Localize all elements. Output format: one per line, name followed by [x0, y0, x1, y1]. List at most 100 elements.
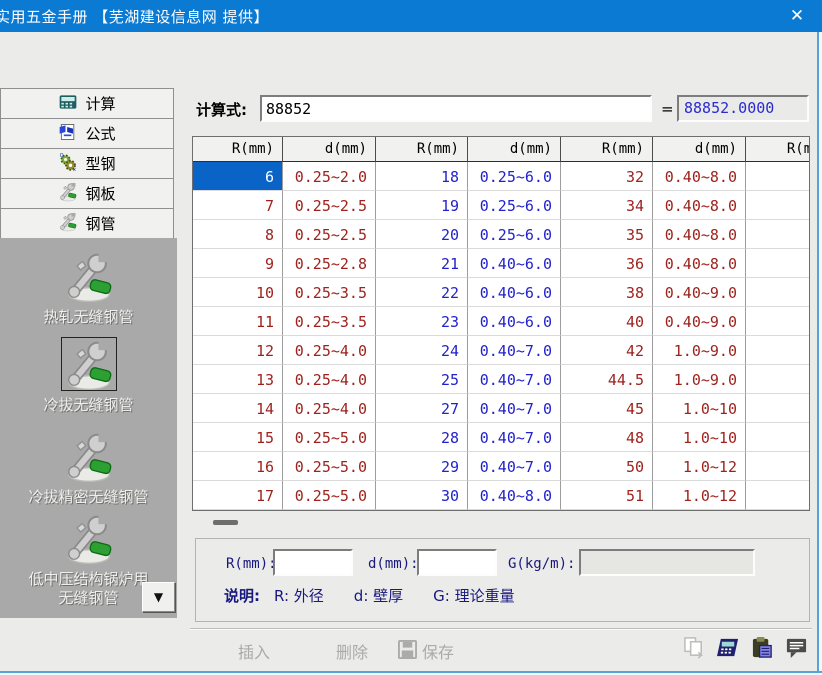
table-cell[interactable] [746, 394, 810, 423]
tool-item-3[interactable]: 冷拔精密无缝钢管 [0, 430, 177, 507]
wrench-icon[interactable] [62, 338, 116, 390]
table-cell[interactable]: 23 [376, 307, 468, 336]
r-field-input[interactable] [273, 549, 353, 576]
table-cell[interactable]: 16 [193, 452, 283, 481]
table-cell[interactable]: 0.25~6.0 [468, 162, 561, 191]
copy-record-icon[interactable] [683, 636, 706, 663]
table-cell[interactable]: 0.40~9.0 [653, 278, 746, 307]
table-cell[interactable]: 0.25~4.0 [283, 336, 376, 365]
sidebar-nav-4[interactable]: 钢板 [0, 178, 174, 209]
table-column-header[interactable]: R(mm) [193, 137, 283, 162]
table-cell[interactable]: 0.40~6.0 [468, 249, 561, 278]
table-cell[interactable]: 8 [193, 220, 283, 249]
table-cell[interactable]: 20 [376, 220, 468, 249]
table-column-header[interactable]: R(mm) [746, 137, 810, 162]
table-cell[interactable]: 29 [376, 452, 468, 481]
table-cell[interactable] [746, 481, 810, 510]
table-cell[interactable]: 22 [376, 278, 468, 307]
table-cell[interactable]: 35 [561, 220, 653, 249]
table-cell[interactable]: 28 [376, 423, 468, 452]
table-cell[interactable]: 1.0~9.0 [653, 365, 746, 394]
close-icon[interactable]: ✕ [784, 5, 810, 27]
table-cell[interactable]: 34 [561, 191, 653, 220]
wrench-icon[interactable] [62, 430, 116, 482]
sidebar-nav-3[interactable]: Qx型钢 [0, 148, 174, 179]
table-cell[interactable] [746, 278, 810, 307]
table-cell[interactable]: 15 [193, 423, 283, 452]
table-cell[interactable]: 38 [561, 278, 653, 307]
table-cell[interactable]: 0.40~8.0 [653, 162, 746, 191]
table-cell[interactable]: 0.25~2.5 [283, 220, 376, 249]
scroll-down-button[interactable]: ▼ [142, 582, 175, 612]
table-cell[interactable]: 14 [193, 394, 283, 423]
tool-item-1[interactable]: 热轧无缝钢管 [0, 250, 177, 327]
table-cell[interactable]: 0.25~6.0 [468, 220, 561, 249]
table-cell[interactable]: 0.25~2.0 [283, 162, 376, 191]
splitter-handle[interactable] [213, 520, 238, 525]
table-column-header[interactable]: d(mm) [653, 137, 746, 162]
table-column-header[interactable]: d(mm) [283, 137, 376, 162]
calc-expression-input[interactable] [260, 95, 652, 122]
sidebar-nav-2[interactable]: 公式 [0, 118, 174, 149]
tool-item-2[interactable]: 冷拔无缝钢管 [0, 338, 177, 415]
table-cell[interactable]: 30 [376, 481, 468, 510]
table-cell[interactable]: 0.25~4.0 [283, 394, 376, 423]
table-cell[interactable]: 0.25~2.5 [283, 191, 376, 220]
delete-button[interactable]: 删除 [336, 639, 368, 663]
table-cell[interactable]: 9 [193, 249, 283, 278]
table-cell[interactable]: 44.5 [561, 365, 653, 394]
table-cell[interactable]: 0.25~5.0 [283, 452, 376, 481]
table-column-header[interactable]: R(mm) [561, 137, 653, 162]
table-cell[interactable]: 1.0~12 [653, 452, 746, 481]
table-cell[interactable]: 0.25~5.0 [283, 481, 376, 510]
pipe-table[interactable]: R(mm)67891011121314151617d(mm)0.25~2.00.… [192, 136, 810, 511]
table-cell[interactable]: 0.25~4.0 [283, 365, 376, 394]
wrench-icon[interactable] [62, 512, 116, 564]
d-field-input[interactable] [417, 549, 497, 576]
comment-icon[interactable] [785, 636, 808, 663]
table-cell[interactable]: 1.0~10 [653, 394, 746, 423]
table-cell[interactable]: 0.25~6.0 [468, 191, 561, 220]
table-cell[interactable]: 11 [193, 307, 283, 336]
table-cell[interactable] [746, 423, 810, 452]
table-cell[interactable]: 0.40~6.0 [468, 278, 561, 307]
table-cell[interactable] [746, 452, 810, 481]
table-cell[interactable]: 32 [561, 162, 653, 191]
table-cell[interactable]: 0.40~6.0 [468, 307, 561, 336]
table-cell[interactable]: 10 [193, 278, 283, 307]
table-cell[interactable]: 0.40~8.0 [468, 481, 561, 510]
table-cell[interactable]: 0.40~7.0 [468, 452, 561, 481]
table-cell[interactable] [746, 220, 810, 249]
table-cell[interactable] [746, 191, 810, 220]
table-cell[interactable] [746, 249, 810, 278]
paste-icon[interactable] [751, 636, 774, 663]
table-cell[interactable]: 0.25~3.5 [283, 278, 376, 307]
table-column-header[interactable]: d(mm) [468, 137, 561, 162]
table-cell[interactable]: 0.40~7.0 [468, 336, 561, 365]
wrench-icon[interactable] [62, 250, 116, 302]
table-cell[interactable] [746, 365, 810, 394]
table-cell[interactable]: 0.40~8.0 [653, 249, 746, 278]
save-button[interactable]: 保存 [398, 639, 454, 663]
table-cell[interactable]: 6 [193, 162, 283, 191]
table-cell[interactable]: 0.40~7.0 [468, 423, 561, 452]
table-cell[interactable]: 42 [561, 336, 653, 365]
table-cell[interactable]: 19 [376, 191, 468, 220]
table-cell[interactable]: 17 [193, 481, 283, 510]
table-cell[interactable]: 0.25~3.5 [283, 307, 376, 336]
sidebar-nav-1[interactable]: 计算 [0, 88, 174, 119]
table-cell[interactable]: 12 [193, 336, 283, 365]
calculator-icon[interactable] [717, 636, 740, 663]
table-cell[interactable]: 25 [376, 365, 468, 394]
table-cell[interactable]: 21 [376, 249, 468, 278]
table-cell[interactable]: 13 [193, 365, 283, 394]
table-cell[interactable]: 40 [561, 307, 653, 336]
table-cell[interactable]: 1.0~10 [653, 423, 746, 452]
table-cell[interactable]: 27 [376, 394, 468, 423]
table-cell[interactable] [746, 336, 810, 365]
table-cell[interactable]: 0.25~2.8 [283, 249, 376, 278]
table-column-header[interactable]: R(mm) [376, 137, 468, 162]
table-cell[interactable]: 1.0~9.0 [653, 336, 746, 365]
table-cell[interactable]: 0.40~8.0 [653, 191, 746, 220]
table-cell[interactable]: 0.40~7.0 [468, 394, 561, 423]
